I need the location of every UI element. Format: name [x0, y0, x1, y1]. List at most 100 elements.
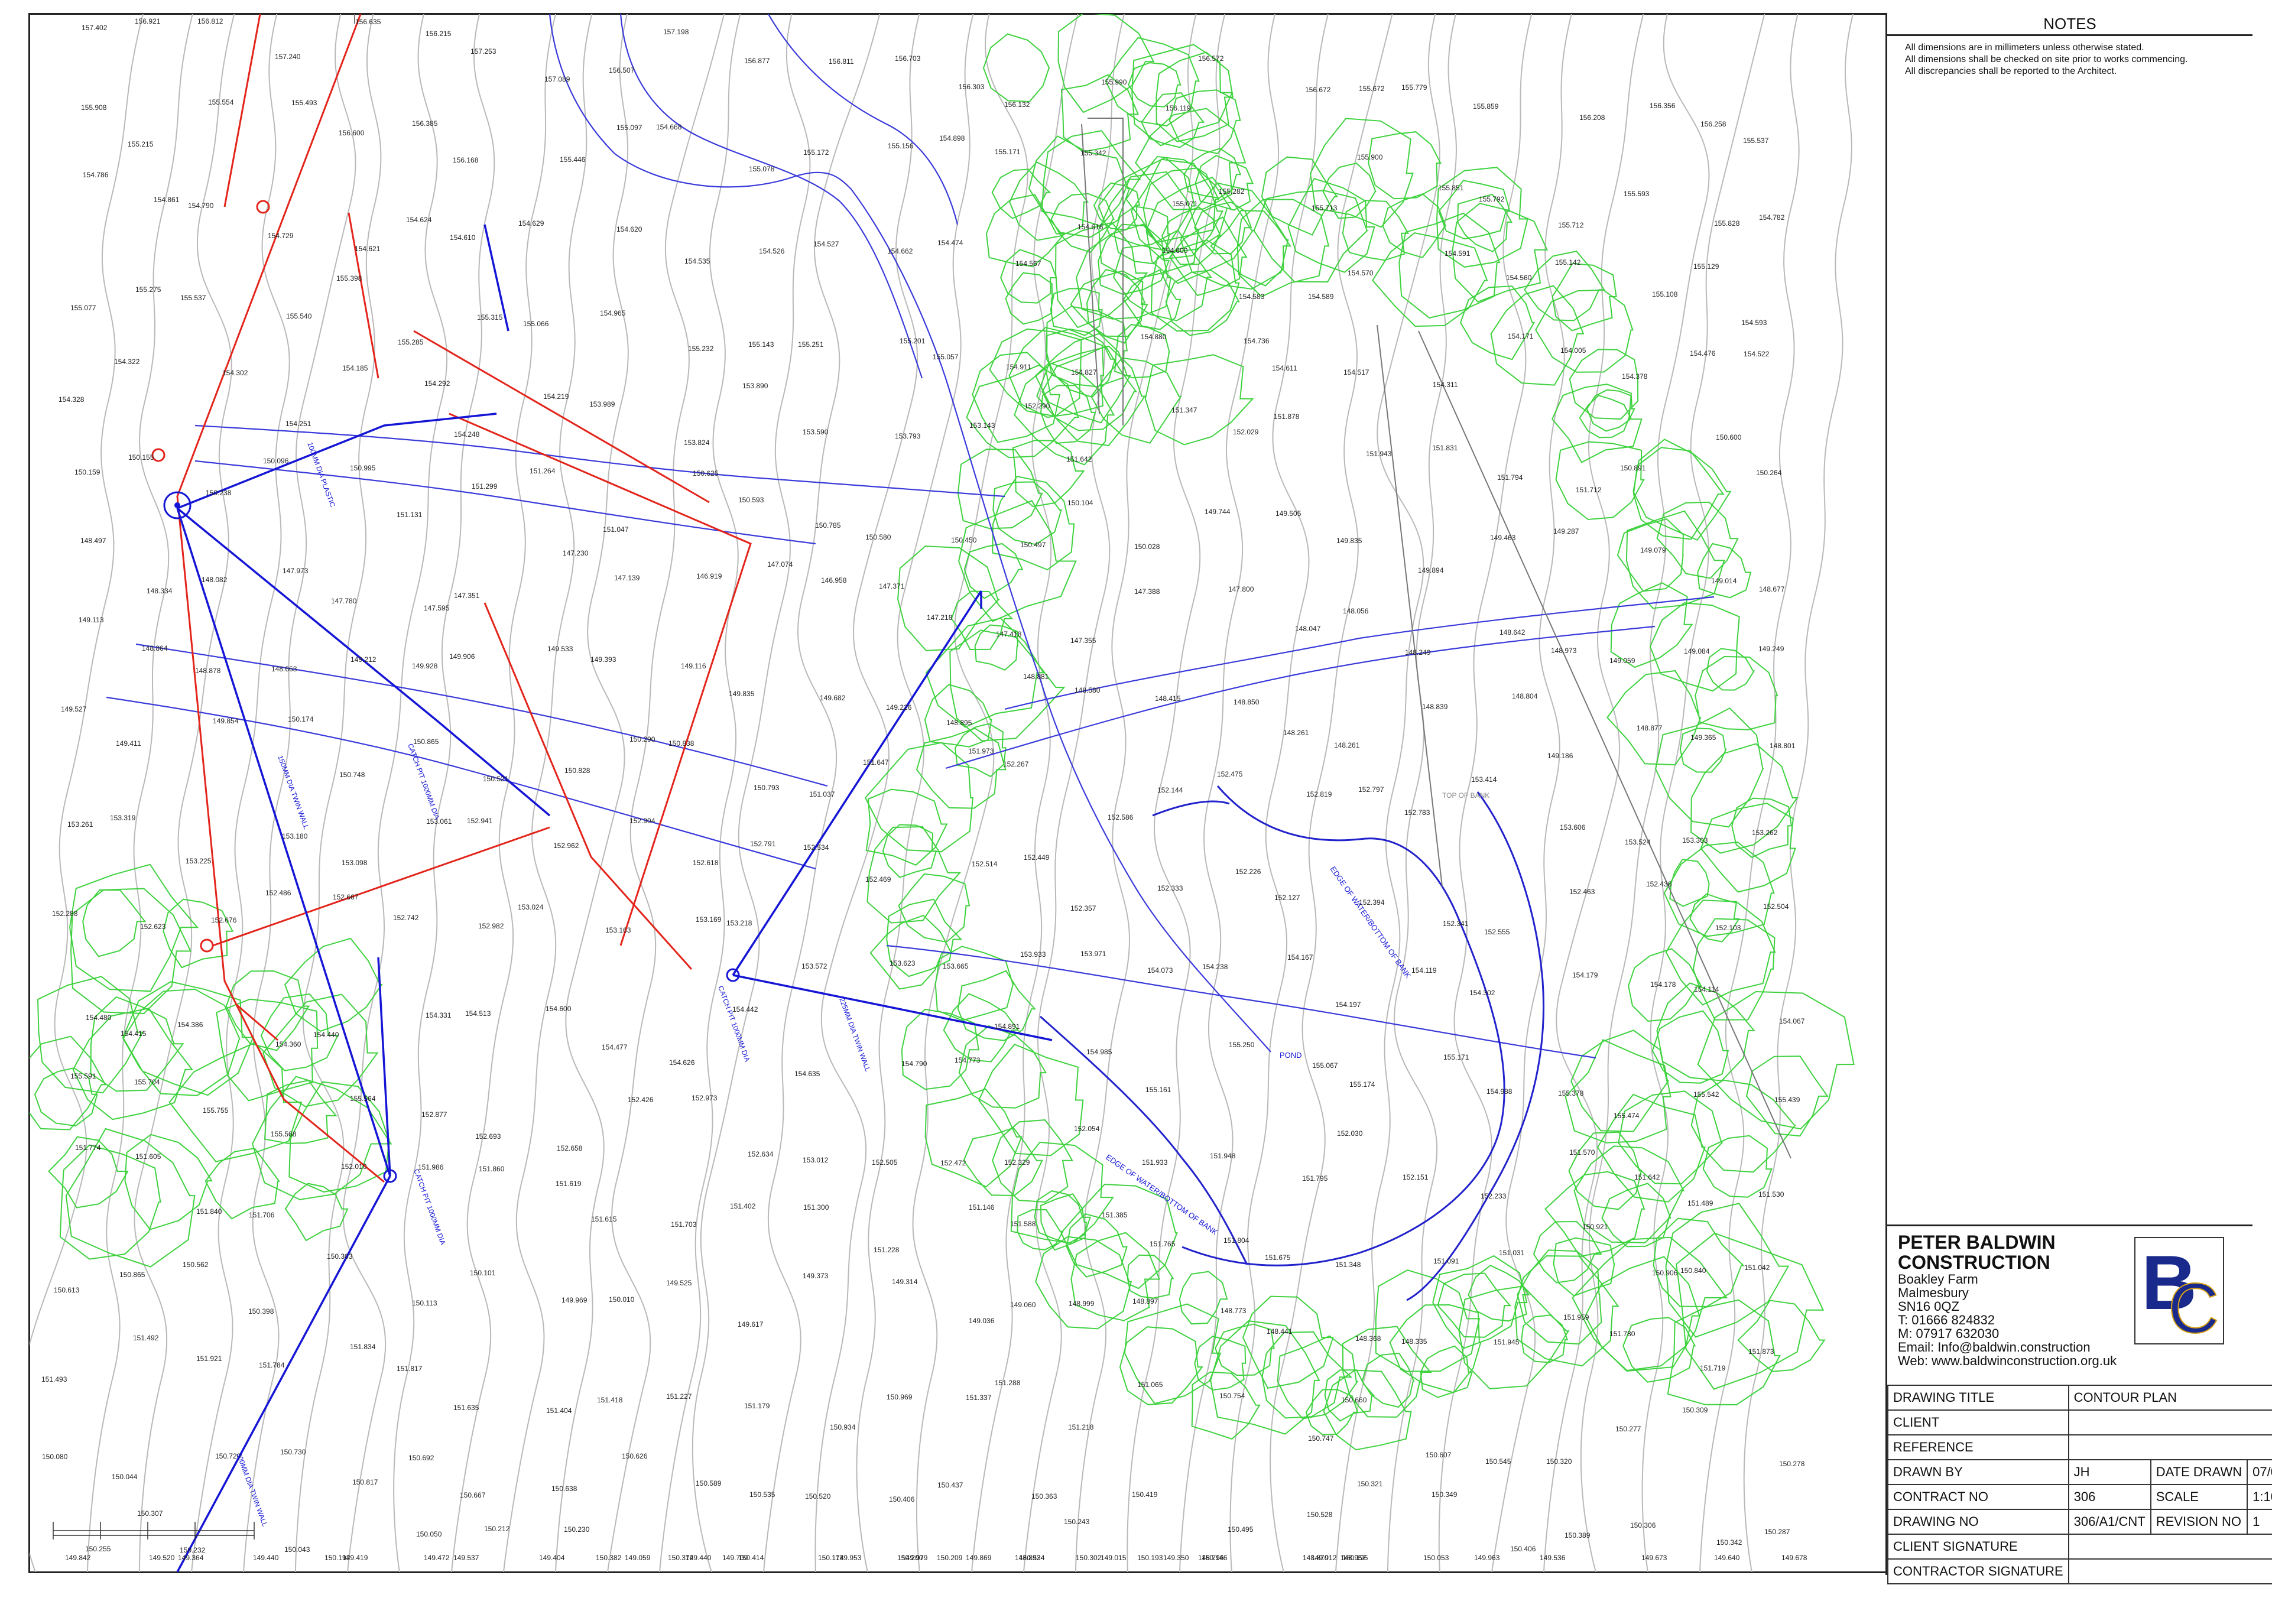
spot-level: 150.660 [1341, 1396, 1367, 1404]
spot-level: 154.591 [1445, 249, 1471, 258]
contour-line [1641, 14, 1765, 1572]
spot-level: 155.712 [1558, 221, 1584, 229]
spot-level: 155.446 [560, 155, 586, 164]
drawn-by-value: JH [2067, 1459, 2151, 1485]
tree-outline [82, 889, 147, 957]
spot-level: 150.840 [1680, 1266, 1706, 1275]
spot-level: 154.073 [1147, 966, 1173, 975]
spot-level: 150.995 [350, 464, 376, 472]
spot-level: 152.333 [1157, 884, 1183, 892]
spot-level: 155.792 [1479, 195, 1505, 203]
spot-level: 153.572 [801, 962, 827, 970]
tree-outline [1656, 982, 1755, 1081]
spot-level: 152.030 [1337, 1129, 1363, 1138]
spot-level: 155.171 [995, 148, 1021, 156]
spot-level: 150.290 [629, 735, 655, 743]
tree-outline [1361, 1352, 1415, 1408]
client-signature-field [2067, 1534, 2272, 1560]
spot-level: 151.860 [479, 1165, 505, 1173]
spot-level: 154.167 [1287, 953, 1313, 962]
top-of-bank-label: TOP OF BANK [1442, 791, 1489, 800]
spot-level: 146.958 [821, 576, 847, 584]
spot-level: 152.783 [1404, 808, 1430, 817]
spot-level: 151.959 [1563, 1313, 1589, 1321]
spot-level: 154.197 [1335, 1001, 1361, 1009]
tree-outline [1017, 1209, 1064, 1251]
tree-outline [1669, 859, 1710, 907]
spot-level: 155.542 [1693, 1090, 1719, 1099]
spot-level: 149.527 [61, 705, 87, 713]
spot-level: 147.371 [879, 582, 905, 590]
spot-level: 154.219 [543, 392, 569, 401]
tree-outline [1655, 707, 1764, 828]
tree-outline [1618, 1090, 1724, 1185]
spot-level: 149.673 [1641, 1554, 1667, 1562]
spot-level: 152.742 [393, 914, 419, 922]
date-drawn-value: 07/04/2023 [2247, 1459, 2272, 1485]
pipe-label-3: 150MM DIA TWIN WALL [276, 754, 310, 830]
tree-outline [1156, 51, 1234, 142]
spot-level: 148.864 [142, 644, 168, 652]
plan-annotations: POND EDGE OF WATER/BOTTOM OF BANK EDGE O… [235, 441, 1489, 1528]
spot-level: 150.309 [1682, 1406, 1708, 1414]
spot-level: 149.472 [424, 1554, 450, 1562]
spot-level: 155.540 [286, 312, 312, 320]
spot-level: 154.790 [901, 1060, 927, 1068]
notes-panel: NOTES All dimensions are in millimeters … [1885, 13, 2252, 1225]
spot-level: 150.865 [413, 738, 439, 746]
spot-level: 152.586 [1108, 813, 1134, 821]
revision-no-value: 1 [2247, 1509, 2272, 1535]
spot-level: 151.642 [1066, 455, 1092, 463]
spot-level: 155.564 [350, 1094, 376, 1103]
tree-outline [1382, 193, 1447, 258]
spot-level: 150.906 [1652, 1269, 1678, 1277]
spot-level: 155.174 [1349, 1080, 1375, 1089]
spot-level: 155.713 [1312, 204, 1338, 212]
company-address1: Boakley Farm [1898, 1272, 1978, 1287]
spot-level: 154.560 [1506, 274, 1532, 282]
spot-level: 148.878 [195, 667, 221, 675]
spot-level: 152.797 [1358, 785, 1384, 794]
spot-level: 149.505 [1275, 509, 1301, 518]
spot-level: 155.704 [134, 1078, 160, 1086]
spot-level: 156.132 [1004, 100, 1030, 109]
spot-level: 151.418 [597, 1396, 623, 1404]
spot-level: 151.299 [472, 482, 498, 491]
spot-level: 149.463 [1490, 534, 1516, 542]
spot-level: 148.773 [1221, 1307, 1247, 1315]
spot-level: 154.477 [602, 1043, 628, 1051]
spot-level: 152.472 [940, 1159, 966, 1167]
spot-level: 152.941 [467, 817, 493, 825]
spot-level: 150.398 [248, 1307, 274, 1316]
spot-level: 150.232 [180, 1546, 206, 1554]
company-postcode: SN16 0QZ [1898, 1299, 1959, 1314]
spot-level: 156.119 [1166, 104, 1191, 112]
spot-level: 148.497 [80, 537, 106, 545]
spot-level: 151.834 [350, 1343, 376, 1351]
spot-level: 151.300 [803, 1203, 829, 1211]
tree-outline [1706, 648, 1755, 691]
spot-level: 154.583 [1239, 293, 1265, 301]
spot-level: 152.693 [475, 1132, 501, 1141]
spot-level: 152.667 [333, 893, 359, 901]
spot-level: 155.215 [128, 140, 154, 148]
spot-level: 154.178 [1650, 980, 1676, 989]
spot-level: 149.249 [1758, 645, 1784, 653]
spot-level: 155.593 [1624, 190, 1650, 198]
spot-level: 151.227 [666, 1392, 692, 1401]
spot-level: 154.988 [1486, 1087, 1512, 1096]
spot-level: 155.474 [1614, 1112, 1640, 1120]
contour-line [1743, 14, 1854, 1572]
spot-level: 155.251 [798, 340, 824, 349]
spot-level: 154.898 [939, 134, 965, 142]
spot-level: 149.036 [969, 1317, 995, 1325]
contour-line [555, 14, 629, 1572]
spot-level: 149.678 [1781, 1554, 1807, 1562]
tree-outline [1014, 362, 1115, 466]
spot-level: 150.580 [865, 533, 891, 541]
spot-level: 152.233 [1481, 1192, 1507, 1200]
spot-level: 152.436 [1646, 880, 1672, 888]
spot-level: 154.611 [1272, 364, 1297, 372]
spot-level: 148.677 [1759, 585, 1785, 593]
spot-level: 149.842 [65, 1554, 91, 1562]
